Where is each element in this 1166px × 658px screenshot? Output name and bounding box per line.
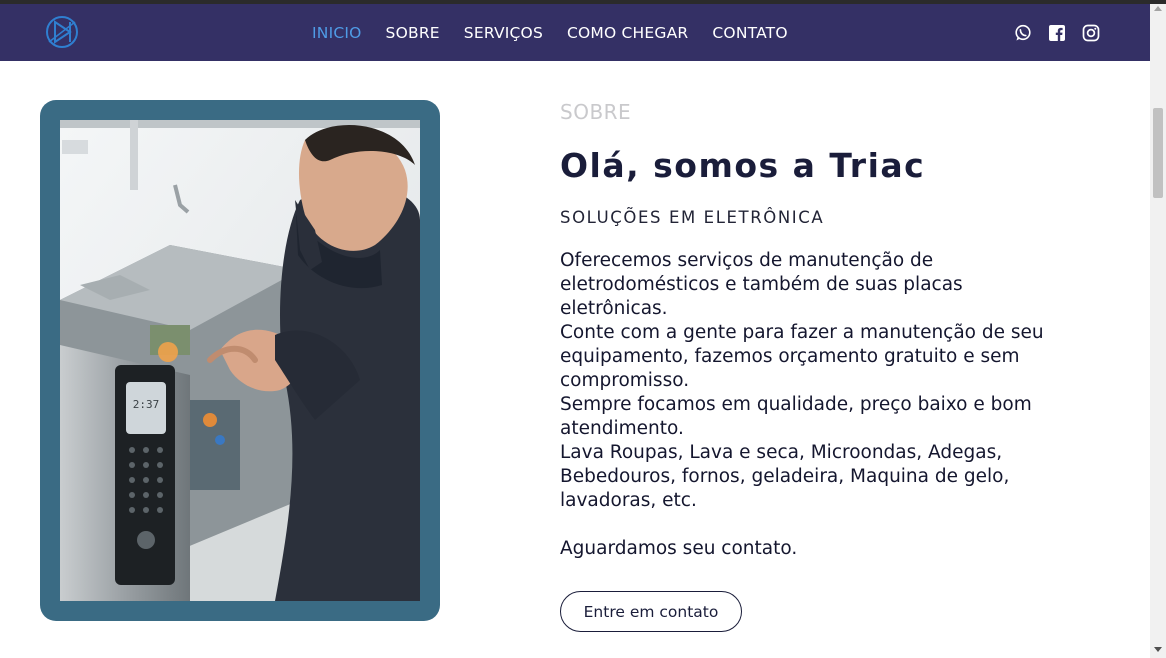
closing-text: Aguardamos seu contato.: [560, 538, 798, 559]
about-description: Oferecemos serviços de manutenção de ele…: [560, 249, 1060, 561]
whatsapp-icon[interactable]: [1014, 24, 1032, 42]
about-paragraph: Sempre focamos em qualidade, preço baixo…: [560, 394, 1032, 439]
technician-repairing-microwave-photo: 2:37: [60, 120, 420, 601]
about-paragraph: Lava Roupas, Lava e seca, Microondas, Ad…: [560, 442, 1010, 511]
contact-cta-button[interactable]: Entre em contato: [560, 591, 742, 632]
about-paragraph: Oferecemos serviços de manutenção de ele…: [560, 250, 963, 319]
section-label: SOBRE: [560, 100, 632, 124]
about-paragraph: Conte com a gente para fazer a manutençã…: [560, 322, 1044, 391]
scroll-up-arrow-icon[interactable]: [1154, 6, 1162, 11]
nav-link-servicos[interactable]: SERVIÇOS: [464, 24, 543, 42]
scroll-down-arrow-icon[interactable]: [1154, 647, 1162, 652]
page-scrollbar[interactable]: [1150, 4, 1166, 658]
triac-logo[interactable]: [44, 14, 80, 50]
page-title: Olá, somos a Triac: [560, 146, 926, 185]
subheadline: SOLUÇÕES EM ELETRÔNICA: [560, 208, 825, 227]
instagram-icon[interactable]: [1082, 24, 1100, 42]
social-links: [1014, 4, 1100, 61]
nav-link-contato[interactable]: CONTATO: [712, 24, 787, 42]
nav-link-inicio[interactable]: INICIO: [312, 24, 362, 42]
scrollbar-thumb[interactable]: [1153, 108, 1163, 198]
microwave-display-readout: 2:37: [133, 398, 160, 411]
main-nav: INICIO SOBRE SERVIÇOS COMO CHEGAR CONTAT…: [300, 4, 800, 61]
photo-frame: 2:37: [40, 100, 440, 621]
nav-link-como-chegar[interactable]: COMO CHEGAR: [567, 24, 688, 42]
nav-link-sobre[interactable]: SOBRE: [386, 24, 440, 42]
navbar: INICIO SOBRE SERVIÇOS COMO CHEGAR CONTAT…: [0, 4, 1150, 61]
facebook-icon[interactable]: [1048, 24, 1066, 42]
